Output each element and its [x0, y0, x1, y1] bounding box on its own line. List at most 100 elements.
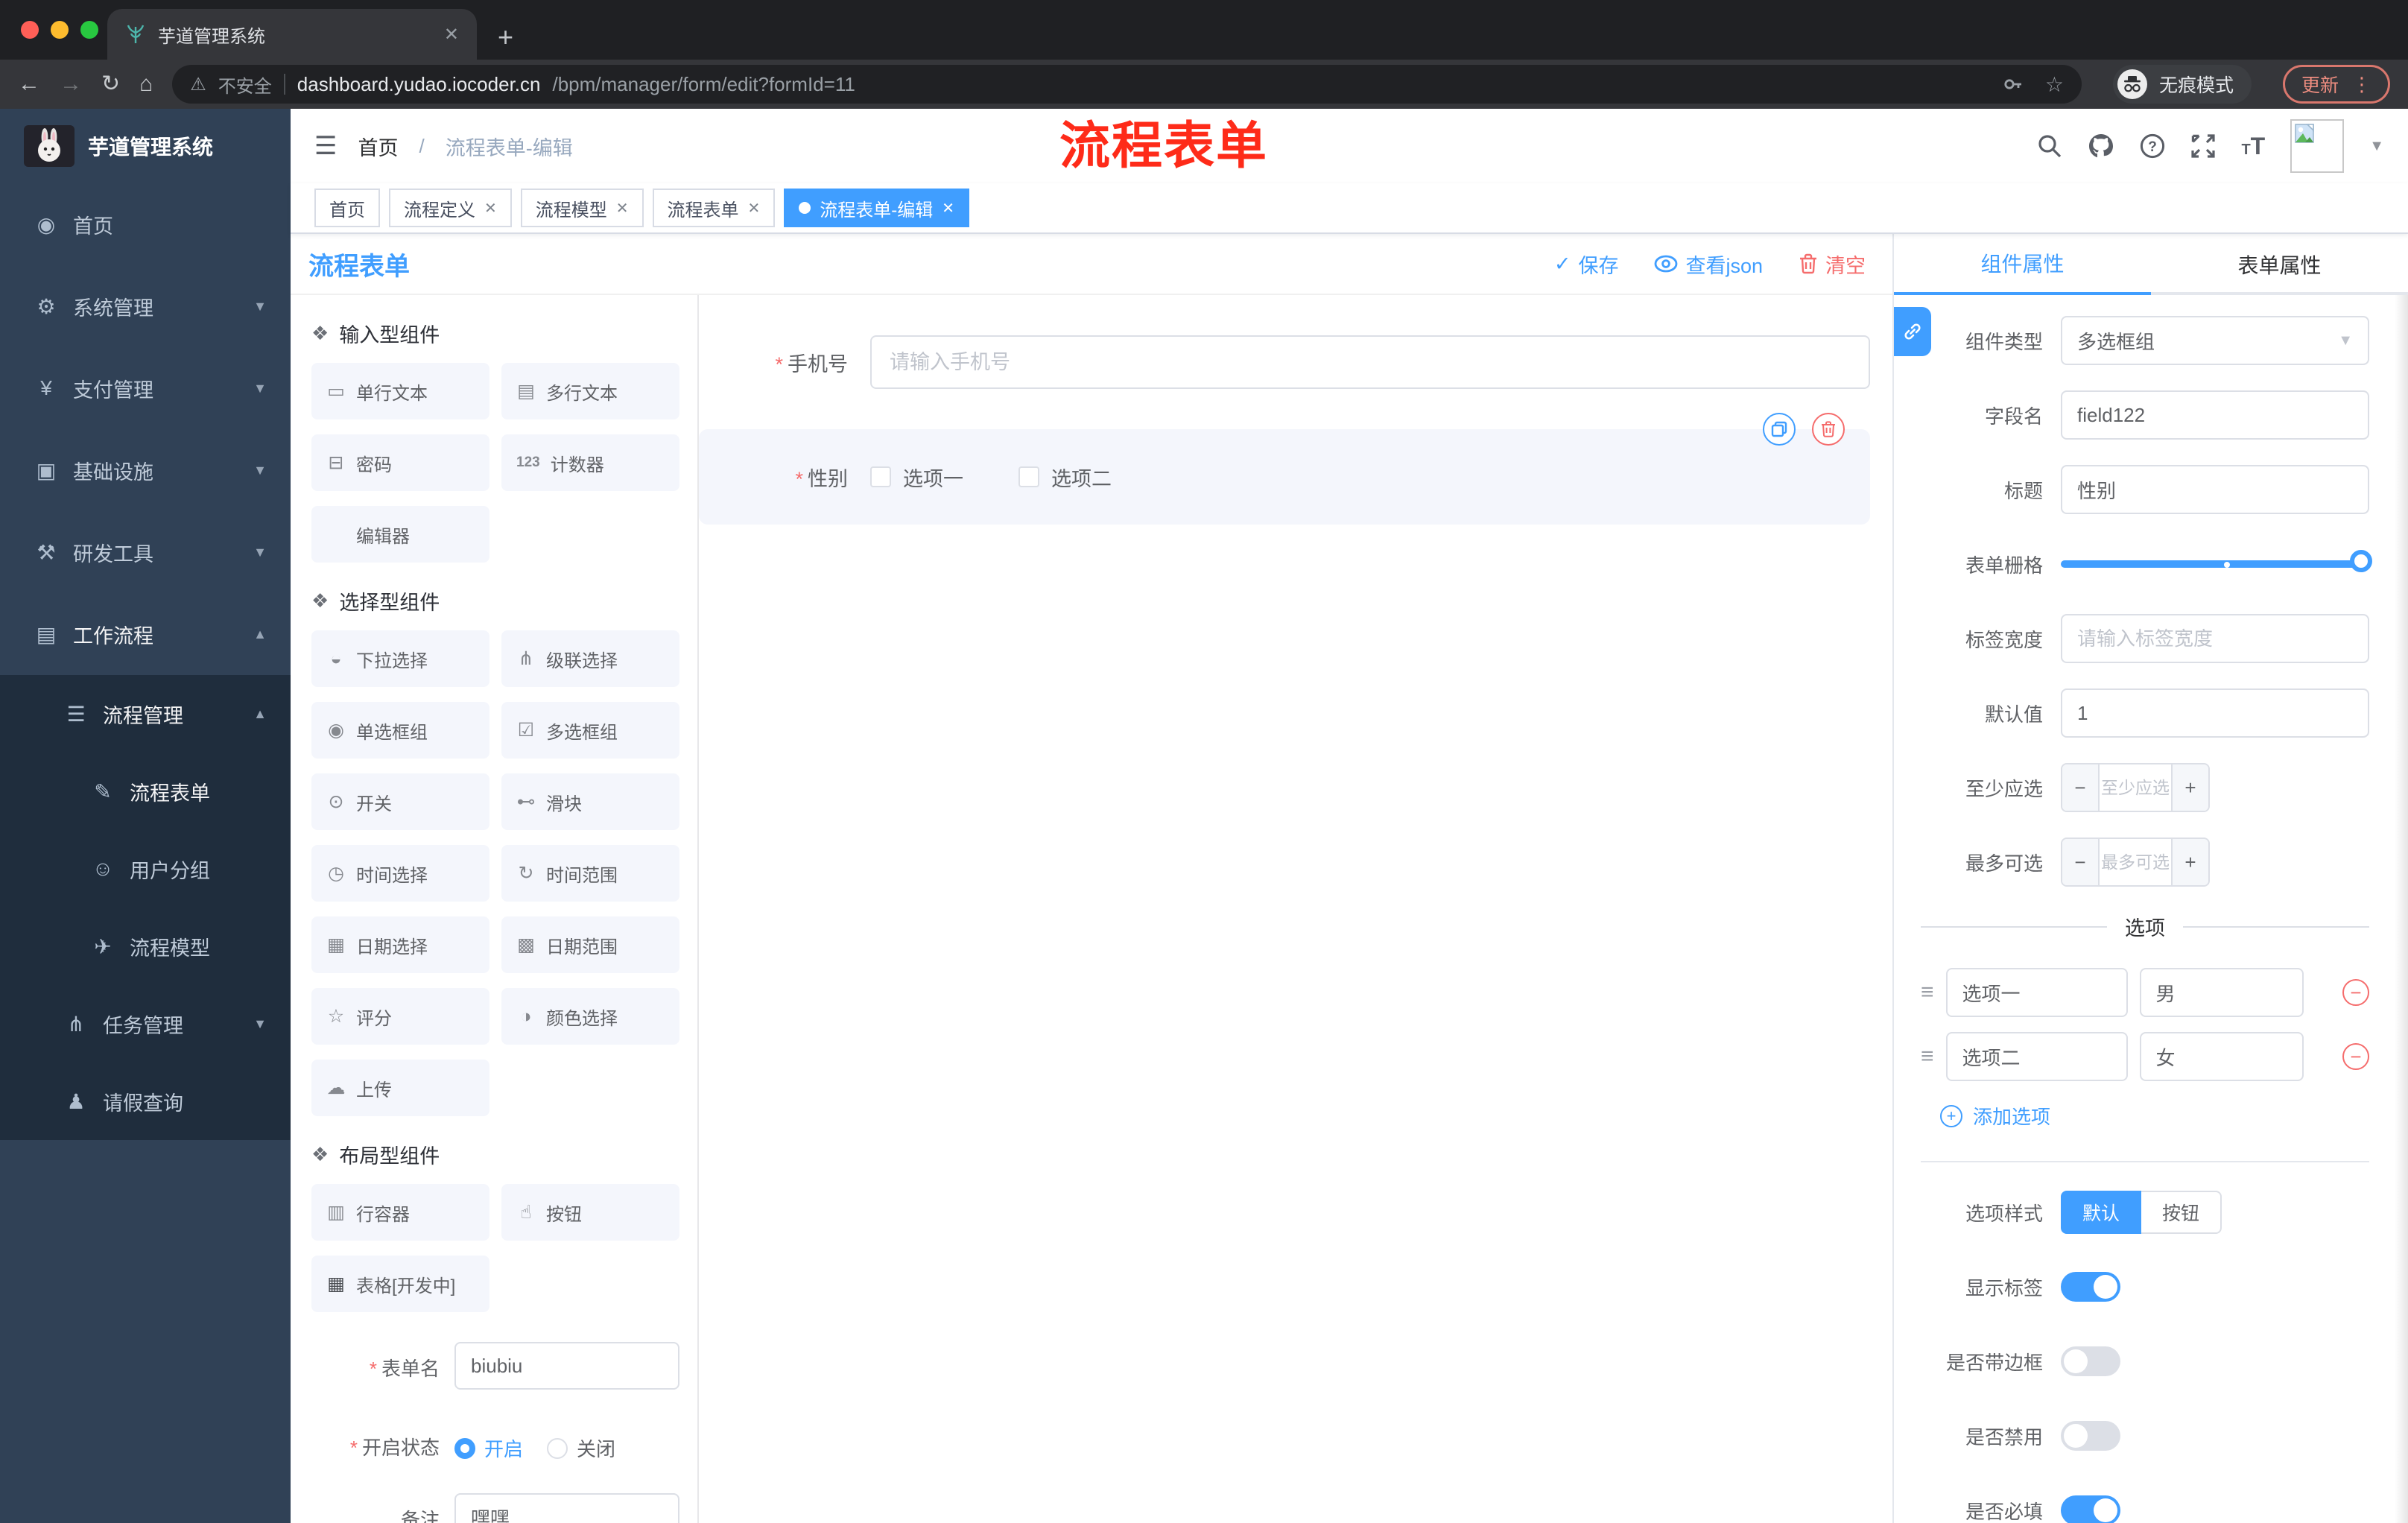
default-value-input[interactable] — [2061, 688, 2369, 738]
sidebar-item-process-model[interactable]: ✈ 流程模型 — [0, 908, 291, 985]
checkbox-option2-label[interactable]: 选项二 — [1051, 463, 1112, 492]
palette-item-row-container[interactable]: ▥ 行容器 — [311, 1184, 489, 1241]
palette-item-cascader[interactable]: ⋔ 级联选择 — [501, 630, 679, 687]
style-default-button[interactable]: 默认 — [2061, 1191, 2141, 1234]
palette-item-select[interactable]: ◒ 下拉选择 — [311, 630, 489, 687]
tab-component-props[interactable]: 组件属性 — [1894, 234, 2151, 295]
forward-icon[interactable]: → — [60, 73, 82, 95]
drag-handle-icon[interactable]: ≡ — [1921, 1044, 1934, 1069]
palette-item-slider[interactable]: ⊷ 滑块 — [501, 773, 679, 830]
menu-dots-icon[interactable]: ⋮ — [2352, 73, 2371, 96]
breadcrumb-home[interactable]: 首页 — [358, 132, 398, 161]
save-button[interactable]: ✓ 保存 — [1554, 250, 1619, 279]
palette-item-button[interactable]: ☝ 按钮 — [501, 1184, 679, 1241]
palette-item-multi-text[interactable]: ▤ 多行文本 — [501, 363, 679, 419]
sidebar-item-process-form[interactable]: ✎ 流程表单 — [0, 753, 291, 830]
avatar-caret-icon[interactable]: ▼ — [2369, 138, 2384, 155]
collapse-sidebar-icon[interactable]: ☰ — [314, 131, 337, 161]
home-icon[interactable]: ⌂ — [139, 73, 153, 95]
option-label-input[interactable] — [1945, 1032, 2128, 1081]
disabled-toggle[interactable] — [2061, 1421, 2120, 1451]
password-key-icon[interactable] — [2002, 73, 2024, 95]
canvas-field-phone[interactable]: 手机号 — [699, 335, 1870, 389]
tag-process-form-edit[interactable]: 流程表单-编辑 ✕ — [784, 189, 970, 227]
checkbox-option2[interactable] — [1018, 466, 1039, 487]
browser-update-button[interactable]: 更新 ⋮ — [2282, 65, 2390, 104]
slider-handle[interactable] — [2350, 550, 2372, 572]
tag-process-model[interactable]: 流程模型 ✕ — [520, 189, 644, 227]
palette-item-color-picker[interactable]: ◑ 颜色选择 — [501, 988, 679, 1045]
tag-close-icon[interactable]: ✕ — [942, 199, 954, 218]
help-icon[interactable]: ? — [2140, 133, 2165, 159]
address-bar[interactable]: ⚠ 不安全 dashboard.yudao.iocoder.cn /bpm/ma… — [172, 65, 2082, 104]
clear-button[interactable]: 清空 — [1799, 250, 1866, 279]
tab-form-props[interactable]: 表单属性 — [2151, 234, 2408, 295]
grid-slider[interactable] — [2061, 539, 2372, 589]
option-value-input[interactable] — [2139, 1032, 2304, 1081]
radio-off[interactable] — [547, 1437, 568, 1459]
palette-item-single-text[interactable]: ▭ 单行文本 — [311, 363, 489, 419]
palette-item-rate[interactable]: ☆ 评分 — [311, 988, 489, 1045]
remove-option-button[interactable]: − — [2342, 1043, 2369, 1070]
sidebar-item-user-group[interactable]: ☺ 用户分组 — [0, 830, 291, 908]
fullscreen-icon[interactable] — [2190, 133, 2216, 159]
max-select-input[interactable] — [2098, 839, 2173, 885]
palette-item-counter[interactable]: 123 计数器 — [501, 434, 679, 491]
insecure-warning-icon[interactable]: ⚠ — [190, 74, 206, 95]
required-toggle[interactable] — [2061, 1495, 2120, 1523]
drag-handle-icon[interactable]: ≡ — [1921, 980, 1934, 1005]
view-json-button[interactable]: 查看json — [1654, 250, 1763, 279]
tag-close-icon[interactable]: ✕ — [616, 199, 629, 218]
palette-item-checkbox-group[interactable]: ☑ 多选框组 — [501, 702, 679, 759]
form-name-input[interactable] — [454, 1342, 679, 1390]
sidebar-item-leave-query[interactable]: ♟ 请假查询 — [0, 1063, 291, 1140]
title-input[interactable] — [2061, 465, 2369, 514]
tab-close-icon[interactable]: ✕ — [444, 24, 459, 45]
sidebar-item-process-mgmt[interactable]: ☰ 流程管理 ▲ — [0, 675, 291, 753]
font-size-icon[interactable]: TT — [2241, 133, 2265, 160]
palette-item-radio-group[interactable]: ◉ 单选框组 — [311, 702, 489, 759]
remark-textarea[interactable]: 嘿嘿 — [454, 1493, 679, 1523]
sidebar-item-home[interactable]: ◉ 首页 — [0, 183, 291, 265]
sidebar-item-system[interactable]: ⚙ 系统管理 ▼ — [0, 265, 291, 347]
phone-input[interactable] — [870, 335, 1870, 389]
sidebar-item-devtools[interactable]: ⚒ 研发工具 ▼ — [0, 511, 291, 593]
back-icon[interactable]: ← — [18, 73, 40, 95]
palette-item-password[interactable]: ⊟ 密码 — [311, 434, 489, 491]
checkbox-option1-label[interactable]: 选项一 — [903, 463, 963, 492]
palette-item-editor[interactable]: 编辑器 — [311, 506, 489, 563]
delete-component-button[interactable] — [1812, 413, 1845, 446]
tag-process-form[interactable]: 流程表单 ✕ — [652, 189, 776, 227]
tag-close-icon[interactable]: ✕ — [484, 199, 497, 218]
radio-off-label[interactable]: 关闭 — [577, 1434, 615, 1462]
min-select-input[interactable] — [2098, 764, 2173, 811]
zoom-window-button[interactable] — [80, 21, 98, 39]
minus-button[interactable]: − — [2062, 764, 2098, 811]
sidebar-item-payment[interactable]: ¥ 支付管理 ▼ — [0, 347, 291, 429]
link-tab-button[interactable] — [1894, 307, 1931, 356]
component-type-select[interactable]: 多选框组 ▼ — [2061, 316, 2369, 365]
avatar[interactable] — [2290, 119, 2345, 173]
show-label-toggle[interactable] — [2061, 1272, 2120, 1302]
palette-item-time-range[interactable]: ↻ 时间范围 — [501, 845, 679, 902]
tag-process-definition[interactable]: 流程定义 ✕ — [389, 189, 512, 227]
tag-home[interactable]: 首页 — [314, 189, 380, 227]
plus-button[interactable]: + — [2173, 839, 2208, 885]
label-width-input[interactable] — [2061, 614, 2369, 663]
tag-close-icon[interactable]: ✕ — [748, 199, 761, 218]
copy-component-button[interactable] — [1763, 413, 1796, 446]
palette-item-time-picker[interactable]: ◷ 时间选择 — [311, 845, 489, 902]
border-toggle[interactable] — [2061, 1346, 2120, 1376]
palette-item-table[interactable]: ▦ 表格[开发中] — [311, 1256, 489, 1312]
browser-tab[interactable]: 芋道管理系统 ✕ — [107, 9, 477, 60]
palette-item-date-picker[interactable]: ▦ 日期选择 — [311, 916, 489, 973]
palette-item-switch[interactable]: ⊙ 开关 — [311, 773, 489, 830]
canvas-field-gender-selected[interactable]: 性别 选项一 选项二 — [699, 413, 1870, 525]
style-button-button[interactable]: 按钮 — [2141, 1191, 2222, 1234]
new-tab-button[interactable]: + — [498, 24, 513, 51]
add-option-button[interactable]: + 添加选项 — [1940, 1102, 2369, 1130]
checkbox-option1[interactable] — [870, 466, 891, 487]
bookmark-star-icon[interactable]: ☆ — [2045, 72, 2064, 97]
radio-on-label[interactable]: 开启 — [484, 1434, 523, 1462]
close-window-button[interactable] — [21, 21, 39, 39]
